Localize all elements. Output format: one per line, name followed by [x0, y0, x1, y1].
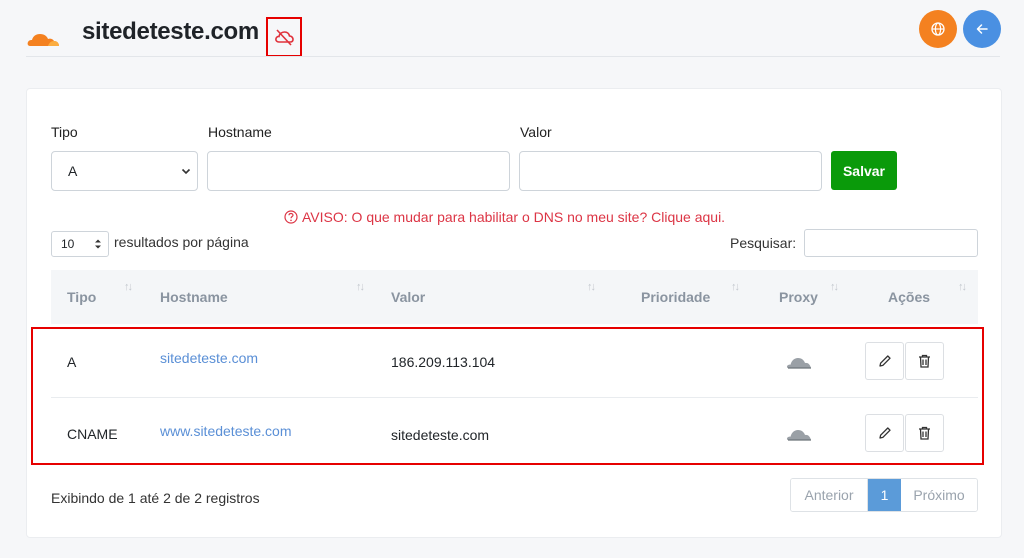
page-header: sitedeteste.com: [0, 0, 1024, 62]
cloud-off-icon: [275, 29, 294, 46]
column-header-acoes: Ações: [888, 289, 931, 305]
row-1-valor: 186.209.113.104: [391, 354, 496, 370]
sort-icon[interactable]: ↑↓: [830, 281, 839, 293]
updown-icon: [95, 239, 101, 249]
type-select-value: A: [68, 163, 78, 179]
delete-button[interactable]: [905, 342, 944, 380]
dns-warning-link[interactable]: AVISO: O que mudar para habilitar o DNS …: [284, 209, 725, 225]
site-title: sitedeteste.com: [82, 18, 259, 45]
search-label: Pesquisar:: [730, 235, 797, 251]
page-1-button[interactable]: 1: [868, 479, 901, 511]
column-header-tipo[interactable]: Tipo: [67, 289, 96, 305]
row-divider: [51, 397, 978, 398]
pagination: Anterior 1 Próximo: [790, 478, 978, 512]
per-page-select[interactable]: 10: [51, 231, 109, 257]
value-label: Valor: [520, 124, 552, 140]
row-2-valor: sitedeteste.com: [391, 427, 490, 443]
cloud-disabled-icon[interactable]: [786, 426, 812, 442]
save-button[interactable]: Salvar: [831, 151, 897, 190]
column-header-valor[interactable]: Valor: [391, 289, 425, 305]
search-input[interactable]: [804, 229, 978, 257]
trash-icon: [919, 354, 930, 368]
next-page-button[interactable]: Próximo: [901, 479, 977, 511]
pencil-icon: [878, 355, 891, 367]
row-2-tipo: CNAME: [67, 426, 118, 442]
edit-button[interactable]: [865, 414, 904, 452]
globe-button[interactable]: [919, 10, 957, 48]
per-page-value: 10: [61, 237, 75, 251]
sort-icon: ↑↓: [958, 281, 967, 293]
column-header-prioridade[interactable]: Prioridade: [641, 289, 710, 305]
value-input[interactable]: [519, 151, 822, 191]
row-2-hostname-link[interactable]: www.sitedeteste.com: [160, 423, 292, 439]
cloudflare-logo: [27, 34, 59, 46]
type-select[interactable]: A: [51, 151, 198, 191]
sort-icon[interactable]: ↑↓: [124, 281, 133, 293]
records-highlight-box: [31, 327, 984, 465]
cloud-disabled-icon[interactable]: [786, 354, 812, 370]
warning-text: AVISO: O que mudar para habilitar o DNS …: [302, 209, 726, 225]
sort-icon[interactable]: ↑↓: [731, 281, 740, 293]
row-1-hostname-link[interactable]: sitedeteste.com: [160, 350, 258, 366]
back-button[interactable]: [963, 10, 1001, 48]
column-header-hostname[interactable]: Hostname: [160, 289, 228, 305]
arrow-left-icon: [976, 24, 988, 34]
hostname-input[interactable]: [207, 151, 510, 191]
row-1-tipo: A: [67, 354, 77, 370]
cloud-status-toggle[interactable]: [266, 17, 302, 57]
question-circle-icon: [284, 210, 298, 224]
chevron-down-icon: [181, 168, 191, 175]
delete-button[interactable]: [905, 414, 944, 452]
edit-button[interactable]: [865, 342, 904, 380]
pencil-icon: [878, 427, 891, 439]
prev-page-button[interactable]: Anterior: [791, 479, 868, 511]
sort-icon[interactable]: ↑↓: [356, 281, 365, 293]
sort-icon[interactable]: ↑↓: [587, 281, 596, 293]
records-info: Exibindo de 1 até 2 de 2 registros: [51, 490, 260, 506]
header-divider: [26, 56, 1000, 57]
hostname-label: Hostname: [208, 124, 272, 140]
type-label: Tipo: [51, 124, 78, 140]
globe-icon: [931, 22, 945, 36]
column-header-proxy[interactable]: Proxy: [779, 289, 818, 305]
trash-icon: [919, 426, 930, 440]
per-page-label: resultados por página: [114, 234, 249, 250]
